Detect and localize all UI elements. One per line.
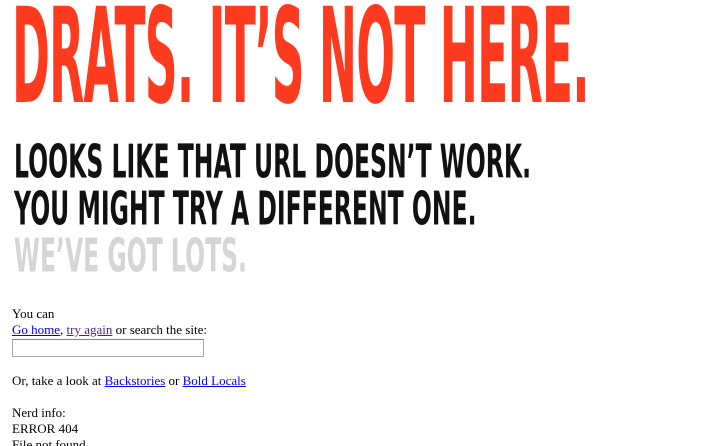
options-comma: , [60, 322, 64, 337]
sections-or: or [165, 373, 183, 388]
search-input[interactable] [12, 339, 204, 357]
subheading-try-different: YOU MIGHT TRY A DIFFERENT ONE. [14, 181, 477, 236]
sections-line: Or, take a look at Backstories or Bold L… [12, 373, 712, 389]
error-code: ERROR 404 [12, 421, 79, 436]
headline-container: DRATS. IT’S NOT HERE. [12, 0, 722, 132]
nerd-info-label: Nerd info: [12, 405, 66, 420]
sections-prefix: Or, take a look at [12, 373, 105, 388]
subheading-url-broken: LOOKS LIKE THAT URL DOESN’T WORK. [14, 134, 532, 189]
options-line: Go home, try again or search the site: [12, 322, 712, 338]
page-headline: DRATS. IT’S NOT HERE. [12, 0, 590, 132]
error-content: You can Go home, try again or search the… [12, 306, 712, 446]
error-message: File not found [12, 437, 86, 446]
options-intro: You can [12, 306, 55, 321]
go-home-link[interactable]: Go home [12, 322, 60, 337]
try-again-link[interactable]: try again [67, 322, 113, 337]
subheading-got-lots: WE’VE GOT LOTS. [14, 228, 247, 283]
bold-locals-link[interactable]: Bold Locals [183, 373, 246, 388]
search-prompt: or search the site: [112, 322, 207, 337]
backstories-link[interactable]: Backstories [105, 373, 166, 388]
